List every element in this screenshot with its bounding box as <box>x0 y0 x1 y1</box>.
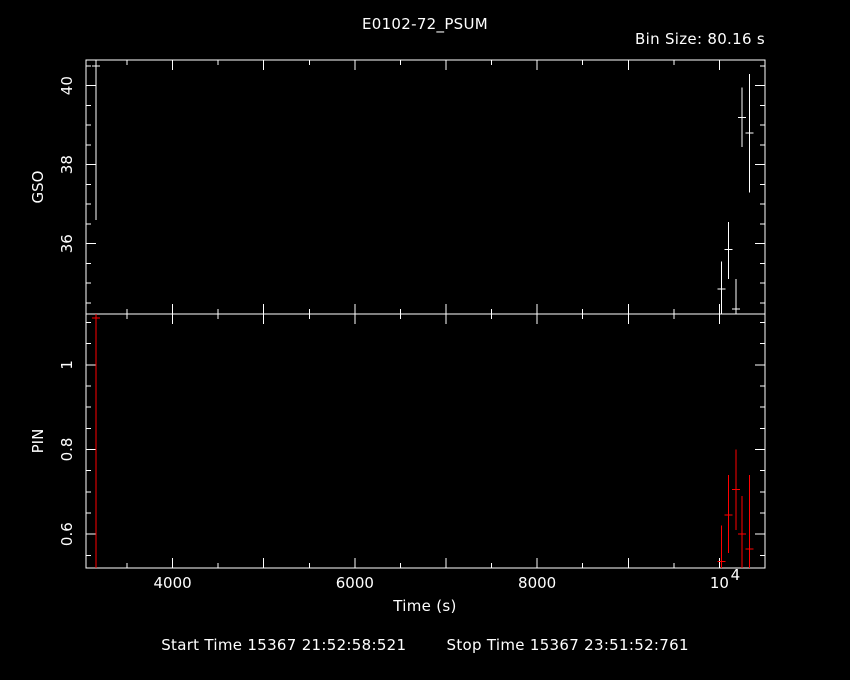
y-tick-label: 36 <box>58 234 76 253</box>
y-axis-label-bottom: PIN <box>29 429 47 454</box>
x-tick-exponent: 4 <box>731 566 741 584</box>
y-tick-label: 0.8 <box>58 438 76 462</box>
start-time-value: 15367 21:52:58:521 <box>247 636 407 654</box>
x-tick-label: 8000 <box>518 574 556 592</box>
bin-size-label: Bin Size: <box>635 30 703 48</box>
y-tick-label: 38 <box>58 155 76 174</box>
stop-time-label: Stop Time <box>446 636 525 654</box>
x-tick-label: 6000 <box>336 574 374 592</box>
y-tick-label: 40 <box>58 76 76 95</box>
x-tick-label: 4000 <box>153 574 191 592</box>
y-tick-label: 0.6 <box>58 522 76 546</box>
start-time-label: Start Time <box>161 636 243 654</box>
bin-size-value: 80.16 s <box>707 30 765 48</box>
panel-frame-top <box>85 59 766 315</box>
bin-size-readout: Bin Size: 80.16 s <box>635 30 765 48</box>
y-axis-label-top: GSO <box>29 171 47 204</box>
light-curve-plot: 36 38 40 GSO 0.6 0.8 1 PIN 4000 6000 8000 10 4 <box>29 59 766 592</box>
x-axis-label: Time (s) <box>393 597 457 615</box>
x-tick-label: 10 <box>710 574 729 592</box>
time-range-footer: Start Time 15367 21:52:58:521 Stop Time … <box>0 636 850 654</box>
panel-frame-bottom <box>85 313 766 569</box>
y-tick-label: 1 <box>58 360 76 370</box>
stop-time-value: 15367 23:51:52:761 <box>529 636 689 654</box>
